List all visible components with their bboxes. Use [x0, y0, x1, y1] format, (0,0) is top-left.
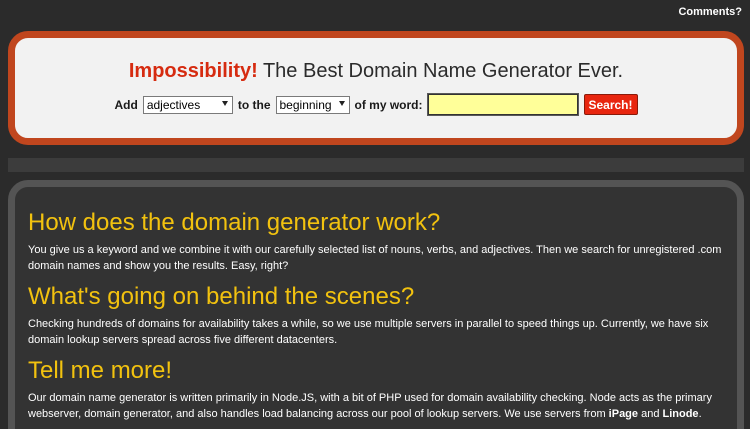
generator-form: Add adjectives to the beginning of my wo…: [15, 93, 737, 116]
host-ipage: iPage: [608, 408, 639, 420]
section-body: Checking hundreds of domains for availab…: [28, 318, 709, 346]
host-linode: Linode: [662, 408, 699, 420]
word-type-value: adjectives: [146, 97, 201, 112]
section-heading: Tell me more!: [28, 357, 173, 384]
comments-link[interactable]: Comments?: [678, 6, 742, 18]
section-behind-the-scenes: What's going on behind the scenes? Check…: [28, 283, 723, 348]
keyword-input[interactable]: [426, 93, 579, 116]
chevron-down-icon: [338, 100, 345, 106]
brand-name: Impossibility!: [128, 60, 258, 82]
tagline: The Best Domain Name Generator Ever.: [257, 60, 624, 82]
chevron-down-icon: [221, 100, 228, 106]
section-heading: How does the domain generator work?: [28, 209, 441, 236]
section-tell-me-more: Tell me more! Our domain name generator …: [28, 357, 723, 422]
label-add: Add: [114, 97, 138, 112]
label-of-my-word: of my word:: [354, 97, 423, 112]
section-body: You give us a keyword and we combine it …: [28, 244, 722, 272]
section-body: Our domain name generator is written pri…: [28, 390, 723, 422]
position-value: beginning: [279, 97, 332, 112]
divider-bar: [8, 158, 744, 172]
section-heading: What's going on behind the scenes?: [28, 283, 415, 310]
page-title: Impossibility! The Best Domain Name Gene…: [15, 60, 737, 83]
label-to-the: to the: [237, 97, 271, 112]
body-text: .: [698, 408, 702, 420]
search-button[interactable]: Search!: [583, 94, 638, 115]
word-type-select[interactable]: adjectives: [142, 95, 233, 114]
position-select[interactable]: beginning: [275, 95, 350, 114]
info-panel: How does the domain generator work? You …: [8, 180, 744, 429]
section-how-it-works: How does the domain generator work? You …: [28, 209, 723, 274]
header-panel: Impossibility! The Best Domain Name Gene…: [8, 31, 744, 145]
body-text: and: [638, 408, 663, 420]
